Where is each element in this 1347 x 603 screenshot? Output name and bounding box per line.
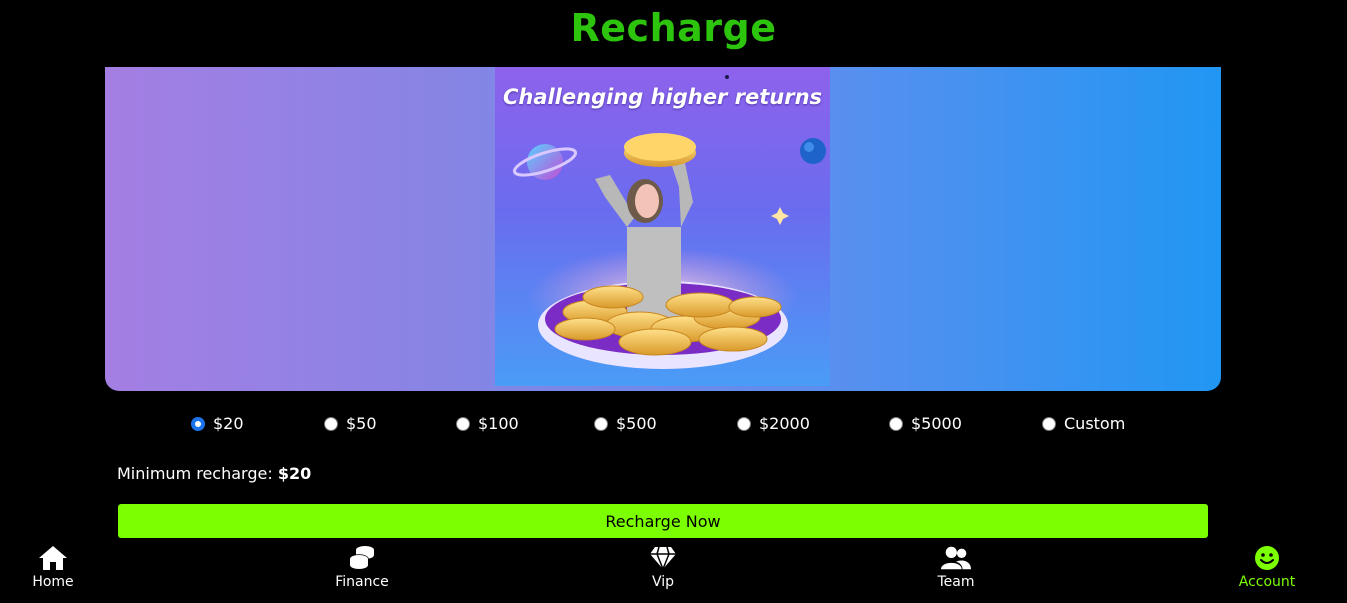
radio-button[interactable] bbox=[191, 416, 205, 431]
radio-button[interactable] bbox=[737, 416, 751, 431]
amount-label: $50 bbox=[346, 414, 377, 433]
amount-option-20[interactable]: $20 bbox=[191, 414, 244, 433]
promo-image: Challenging higher returns bbox=[495, 67, 830, 386]
nav-label: Home bbox=[32, 574, 74, 590]
amount-label: Custom bbox=[1064, 414, 1126, 433]
recharge-now-button[interactable]: Recharge Now bbox=[118, 504, 1208, 538]
nav-item-team[interactable]: Team bbox=[896, 544, 1016, 590]
minimum-recharge: Minimum recharge: $20 bbox=[117, 464, 311, 483]
page-title: Recharge bbox=[570, 6, 777, 50]
promo-banner: Challenging higher returns bbox=[105, 67, 1221, 391]
coins-illustration bbox=[512, 75, 826, 369]
nav-label: Account bbox=[1238, 574, 1296, 590]
nav-item-finance[interactable]: Finance bbox=[302, 544, 422, 590]
promo-heading: Challenging higher returns bbox=[502, 85, 823, 109]
minimum-label: Minimum recharge: bbox=[117, 464, 273, 483]
nav-label: Team bbox=[937, 574, 975, 590]
amount-label: $20 bbox=[213, 414, 244, 433]
radio-button[interactable] bbox=[324, 416, 338, 431]
amount-label: $5000 bbox=[911, 414, 962, 433]
amount-option-500[interactable]: $500 bbox=[594, 414, 657, 433]
home-icon bbox=[38, 544, 68, 572]
nav-label: Vip bbox=[651, 574, 675, 590]
smile-icon bbox=[1252, 544, 1282, 572]
coins-icon bbox=[347, 544, 377, 572]
nav-item-account[interactable]: Account bbox=[1207, 544, 1327, 590]
amount-label: $100 bbox=[478, 414, 519, 433]
amount-label: $500 bbox=[616, 414, 657, 433]
nav-item-home[interactable]: Home bbox=[0, 544, 113, 590]
users-icon bbox=[941, 544, 971, 572]
amount-option-5000[interactable]: $5000 bbox=[889, 414, 962, 433]
amount-options: $20 $50 $100 $500 $2000 $5000 Custom bbox=[0, 414, 1347, 440]
radio-button[interactable] bbox=[456, 416, 470, 431]
amount-option-2000[interactable]: $2000 bbox=[737, 414, 810, 433]
planet-left bbox=[512, 144, 578, 180]
bottom-nav: Home Finance Vip Team Account bbox=[0, 540, 1347, 603]
amount-option-100[interactable]: $100 bbox=[456, 414, 519, 433]
nav-label: Finance bbox=[335, 574, 389, 590]
minimum-value: $20 bbox=[277, 464, 312, 483]
diamond-icon bbox=[648, 544, 678, 572]
radio-button[interactable] bbox=[1042, 416, 1056, 431]
amount-option-50[interactable]: $50 bbox=[324, 414, 377, 433]
amount-label: $2000 bbox=[759, 414, 810, 433]
radio-button[interactable] bbox=[594, 416, 608, 431]
nav-item-vip[interactable]: Vip bbox=[603, 544, 723, 590]
radio-button[interactable] bbox=[889, 416, 903, 431]
amount-option-custom[interactable]: Custom bbox=[1042, 414, 1125, 433]
